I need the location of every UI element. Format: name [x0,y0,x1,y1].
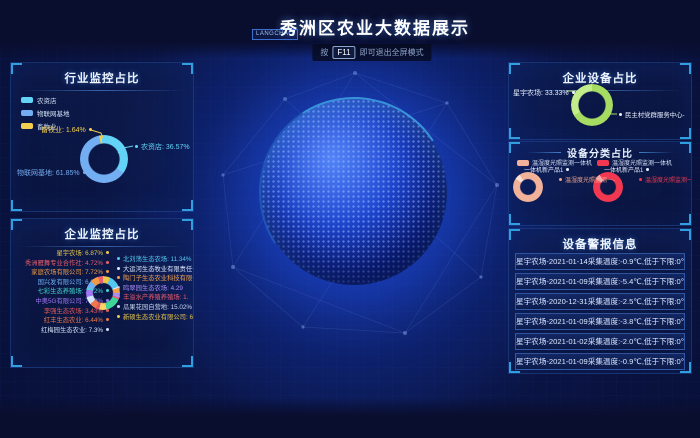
slice-label: 瓜果花园自营地: 15.02% [117,304,192,311]
device-alarm-panel: 设备警报信息 星宇农场-2021-01-14采集温度:-0.9℃,低于下限:0℃… [508,228,692,374]
footer-band [0,398,700,438]
panel-title: 行业监控占比 [11,70,193,86]
slice-label-iot-base: 物联网基地: 61.85% [17,168,86,178]
legend-swatch [21,110,33,116]
enterprise-monitor-panel: 企业监控占比 星宇农场: 6.87% 秀洲雁舞专业合作社: 4.72% 家庭农场… [10,218,194,368]
slice-label: 红丰生态农业: 6.44% [44,317,109,324]
corner-decoration [509,128,520,139]
corner-decoration [182,356,193,367]
title-divider [19,90,185,91]
slice-label: 红梅园生态农业: 7.3% [41,327,109,334]
legend-item[interactable]: 农资店 [21,95,70,105]
slice-label: 丰溢水产养殖养殖场: 1. [117,294,188,301]
mini-slice-label: 温湿度光照监测一- [639,175,692,184]
slice-label-xingyu: 星宇农场: 33.33% [513,88,575,98]
slice-label-minzhu: 民主村党群服务中心- [619,110,685,119]
slice-label: 北刘荡生态农场: 11.34% [117,256,191,263]
legend-label: 农资店 [37,95,57,105]
device-ratio-donut-chart[interactable] [571,84,613,126]
corner-decoration [680,229,691,240]
title-divider [19,246,185,247]
panel-title: 企业设备占比 [509,70,691,86]
alarm-row: 星宇农场-2020-12-31采集温度:-2.5℃,低于下限:0℃ [515,293,685,310]
panel-title: 企业监控占比 [11,226,193,242]
corner-decoration [11,219,22,230]
mini-slice-label: 温湿度光照监测一- [559,175,615,184]
panel-title: 设备警报信息 [509,236,691,252]
slice-label: 鸣翠园生态农场: 4.29 [117,285,183,292]
alarm-row: 星宇农场-2021-01-14采集温度:-0.9℃,低于下限:0℃ [515,253,685,270]
fullscreen-tip: 按 F11 即可退出全屏模式 [312,44,431,61]
slice-label-livestock: 畜牧业: 1.64% [41,125,92,135]
corner-decoration [182,63,193,74]
corner-decoration [11,200,22,211]
slice-label: 大运河生态牧业有限责任公 [117,266,194,273]
alarm-row: 星宇农场-2021-01-09采集温度:-3.8℃,低于下限:0℃ [515,313,685,330]
mini-slice-label: 一体机新产品1 [524,165,569,174]
corner-decoration [509,214,520,225]
corner-decoration [509,63,520,74]
device-class-panel: 设备分类占比 温湿度光照监测一体机 温湿度光照监测一体机 一体机新产品1 温湿度… [508,141,692,226]
corner-decoration [11,356,22,367]
legend-swatch [21,123,33,129]
alarm-row: 星宇农场-2021-01-02采集温度:-2.0℃,低于下限:0℃ [515,333,685,350]
industry-monitor-panel: 行业监控占比 农资店 物联网基地 畜牧业 畜牧业: 1.64% 农资店: 36.… [10,62,194,212]
enterprise-donut-chart[interactable] [86,276,120,310]
alarm-list: 星宇农场-2021-01-14采集温度:-0.9℃,低于下限:0℃ 星宇农场-2… [515,253,685,370]
corner-decoration [680,128,691,139]
slice-label-agristore: 农资店: 36.57% [135,142,190,152]
corner-decoration [182,200,193,211]
alarm-row: 星宇农场-2021-01-09采集温度:-0.9℃,低于下限:0℃ [515,353,685,370]
slice-label: 家庭农场有限公司: 7.72% [31,269,109,276]
corner-decoration [680,214,691,225]
corner-decoration [509,229,520,240]
mini-slice-label: 一体机新产品1 [604,165,649,174]
alarm-row: 星宇农场-2021-01-09采集温度:-5.4℃,低于下限:0℃ [515,273,685,290]
legend-swatch [21,97,33,103]
corner-decoration [680,63,691,74]
device-ratio-panel: 企业设备占比 星宇农场: 33.33% 民主村党群服务中心- [508,62,692,140]
f11-key: F11 [332,46,355,59]
dashboard: LANGCHAO 秀洲区农业大数据展示 按F11即可退出全屏模式 行业监控占比 … [0,0,700,438]
globe [261,99,447,285]
slice-label: 陶门子生态农业科技有限公 [117,275,194,282]
industry-donut-chart[interactable] [80,135,128,183]
enterprise-right-labels: 北刘荡生态农场: 11.34% 大运河生态牧业有限责任公 陶门子生态农业科技有限… [117,256,194,321]
legend-label: 物联网基地 [37,108,70,118]
corner-decoration [182,219,193,230]
legend-item[interactable]: 物联网基地 [21,108,70,118]
tip-suffix: 即可退出全屏模式 [360,48,424,57]
slice-label: 星宇农场: 6.87% [56,250,109,257]
slice-label: 秀洲雁舞专业合作社: 4.72% [25,260,109,267]
corner-decoration [11,63,22,74]
page-title: 秀洲区农业大数据展示 [280,14,470,39]
tip-prefix: 按 [320,48,328,57]
slice-label: 新硕生态农业有限公司: 6.87% [117,314,194,321]
device-class-donut-left[interactable] [513,172,543,202]
